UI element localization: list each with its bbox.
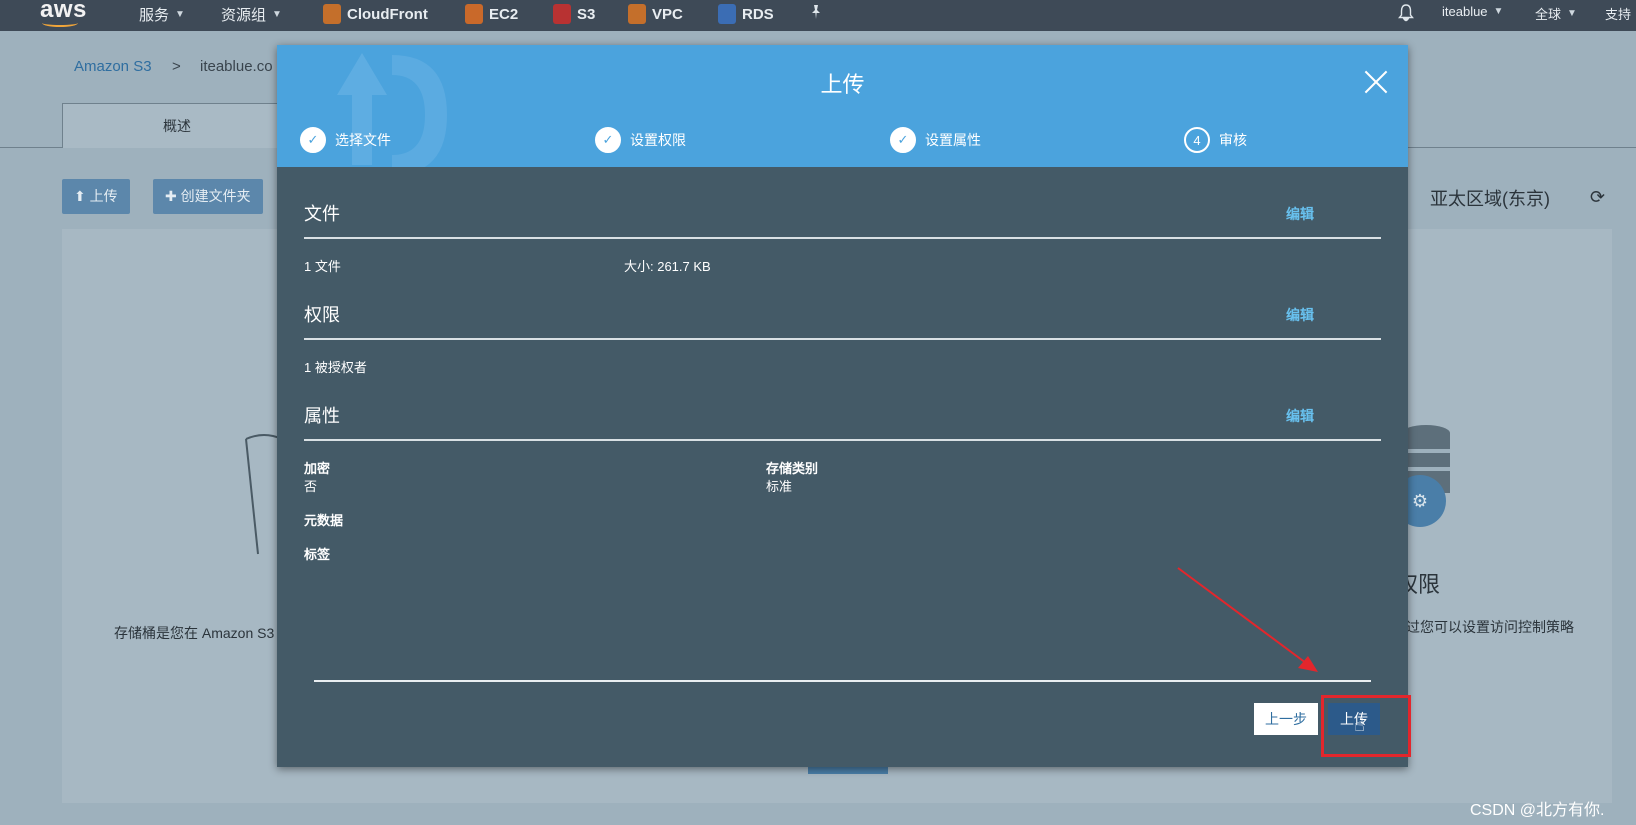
previous-button[interactable]: 上一步 (1254, 703, 1318, 735)
region-menu[interactable]: 全球 ▼ (1535, 4, 1577, 23)
top-navigation-bar: aws 服务 ▼ 资源组 ▼ CloudFront EC2 S3 VPC RDS… (0, 0, 1636, 31)
services-menu[interactable]: 服务 ▼ (139, 4, 185, 25)
breadcrumb-root-link[interactable]: Amazon S3 (74, 58, 152, 75)
bg-permissions-description: 过您可以设置访问控制策略 (1406, 619, 1574, 635)
chevron-down-icon: ▼ (272, 9, 282, 20)
plus-icon: ✚ (165, 188, 181, 204)
permissions-section-title: 权限 (304, 305, 340, 325)
upload-icon: ⬆ (74, 188, 90, 204)
support-menu[interactable]: 支持 (1605, 4, 1631, 23)
create-folder-button[interactable]: ✚ 创建文件夹 (153, 179, 263, 214)
tags-label: 标签 (304, 547, 331, 562)
region-label: 亚太区域(东京) (1430, 189, 1550, 209)
ec2-icon (465, 4, 483, 24)
region-name: 全球 (1535, 7, 1562, 22)
check-icon (890, 127, 916, 153)
pin-icon[interactable] (808, 4, 824, 20)
step-set-permissions[interactable]: 设置权限 (595, 127, 686, 153)
files-section-title: 文件 (304, 204, 340, 224)
permissions-edit-link[interactable]: 编辑 (1286, 305, 1314, 325)
file-size: 大小: 261.7 KB (624, 259, 711, 274)
annotation-arrow (1177, 567, 1318, 672)
metadata-label: 元数据 (304, 513, 344, 528)
watermark: CSDN @北方有你. (1470, 802, 1605, 819)
section-divider (304, 338, 1381, 340)
account-name: iteablue (1442, 4, 1488, 19)
step-review[interactable]: 4 审核 (1184, 127, 1247, 153)
step-select-files[interactable]: 选择文件 (300, 127, 391, 153)
shortcut-label: S3 (577, 5, 596, 23)
resource-groups-label: 资源组 (221, 7, 267, 24)
vpc-icon (628, 4, 646, 24)
step-set-properties[interactable]: 设置属性 (890, 127, 981, 153)
shortcut-cloudfront[interactable]: CloudFront (323, 4, 428, 24)
services-menu-label: 服务 (139, 7, 170, 24)
account-menu[interactable]: iteablue ▼ (1442, 4, 1503, 19)
step-label: 审核 (1219, 132, 1247, 148)
notifications-bell-icon[interactable] (1398, 4, 1414, 22)
chevron-down-icon: ▼ (1567, 8, 1577, 19)
check-icon (300, 127, 326, 153)
cloudfront-icon (323, 4, 341, 24)
create-folder-label: 创建文件夹 (180, 188, 251, 204)
breadcrumb-separator: > (172, 58, 181, 75)
tab-overview[interactable]: 概述 (62, 103, 292, 148)
step-label: 设置属性 (925, 132, 981, 148)
step-label: 设置权限 (630, 132, 686, 148)
file-count: 1 文件 (304, 259, 341, 274)
breadcrumb-current: iteablue.co (200, 58, 273, 75)
shortcut-label: CloudFront (347, 5, 428, 23)
shortcut-label: VPC (652, 5, 683, 23)
footer-divider (314, 680, 1371, 682)
close-icon[interactable] (1363, 69, 1389, 95)
support-label: 支持 (1605, 7, 1632, 22)
annotation-highlight-box (1321, 695, 1411, 757)
resource-groups-menu[interactable]: 资源组 ▼ (221, 4, 282, 25)
modal-title: 上传 (820, 72, 865, 97)
rds-icon (718, 4, 736, 24)
shortcut-label: RDS (742, 5, 774, 23)
properties-edit-link[interactable]: 编辑 (1286, 406, 1314, 426)
check-icon (595, 127, 621, 153)
shortcut-s3[interactable]: S3 (553, 4, 595, 24)
aws-logo-smile (42, 19, 78, 27)
shortcut-label: EC2 (489, 5, 519, 23)
storage-class-value: 标准 (766, 479, 793, 494)
bg-upload-button[interactable]: ⬆ 上传 (62, 179, 130, 214)
grantee-count: 1 被授权者 (304, 360, 367, 375)
storage-class-label: 存储类别 (766, 461, 819, 476)
section-divider (304, 237, 1381, 239)
bg-upload-label: 上传 (89, 188, 118, 204)
bg-bucket-description: 存储桶是您在 Amazon S3 (114, 625, 275, 641)
step-label: 选择文件 (335, 132, 391, 148)
shortcut-vpc[interactable]: VPC (628, 4, 683, 24)
refresh-icon[interactable]: ⟳ (1590, 187, 1605, 208)
s3-icon (553, 4, 571, 24)
encryption-value: 否 (304, 479, 318, 494)
chevron-down-icon: ▼ (1493, 6, 1504, 17)
shortcut-ec2[interactable]: EC2 (465, 4, 518, 24)
files-edit-link[interactable]: 编辑 (1286, 204, 1314, 224)
encryption-label: 加密 (304, 461, 331, 476)
bg-bottom-strip (808, 766, 888, 774)
shortcut-rds[interactable]: RDS (718, 4, 774, 24)
modal-header: 上传 选择文件 设置权限 设置属性 4 审核 (277, 45, 1408, 167)
properties-section-title: 属性 (304, 406, 340, 426)
svg-text:⚙: ⚙ (1412, 491, 1428, 512)
chevron-down-icon: ▼ (175, 9, 185, 20)
section-divider (304, 439, 1381, 441)
step-number: 4 (1184, 127, 1210, 153)
